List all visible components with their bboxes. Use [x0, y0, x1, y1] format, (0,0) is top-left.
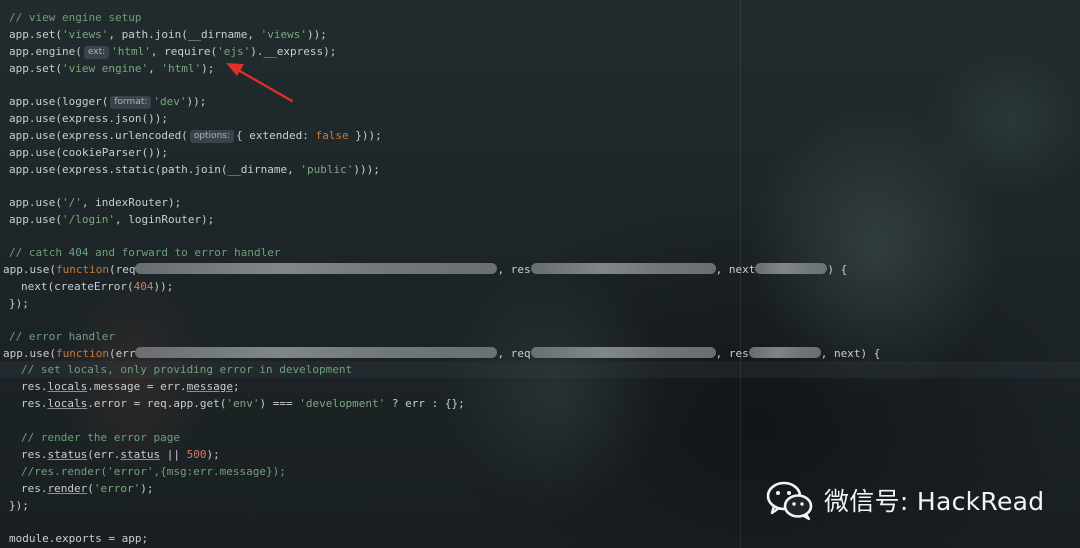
wechat-watermark: 微信号: HackRead [764, 478, 1044, 522]
annotation-arrow [226, 63, 294, 103]
wechat-icon [766, 481, 813, 521]
arrow-shaft [236, 68, 294, 103]
arrow-head [226, 63, 244, 76]
watermark-text: 微信号: HackRead [824, 487, 1045, 516]
